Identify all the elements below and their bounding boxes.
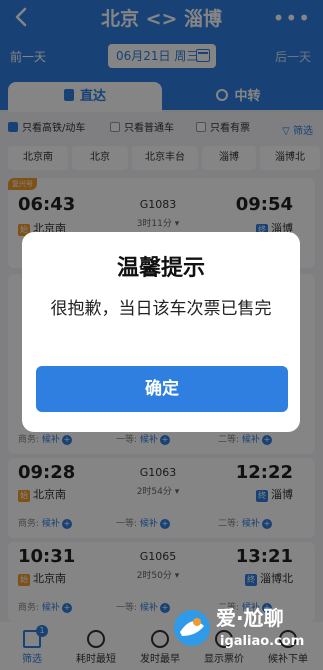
confirm-button[interactable]: 确定	[36, 366, 288, 412]
dialog-message: 很抱歉，当日该车次票已售完	[50, 299, 272, 319]
watermark: 爱·尬聊 igaliao.com	[170, 600, 320, 664]
watermark-logo-icon	[174, 610, 210, 646]
watermark-url: igaliao.com	[220, 634, 305, 649]
notice-dialog: 温馨提示 很抱歉，当日该车次票已售完 确定	[22, 232, 300, 432]
watermark-text: 爱·尬聊	[216, 606, 284, 630]
dialog-title: 温馨提示	[116, 256, 205, 281]
